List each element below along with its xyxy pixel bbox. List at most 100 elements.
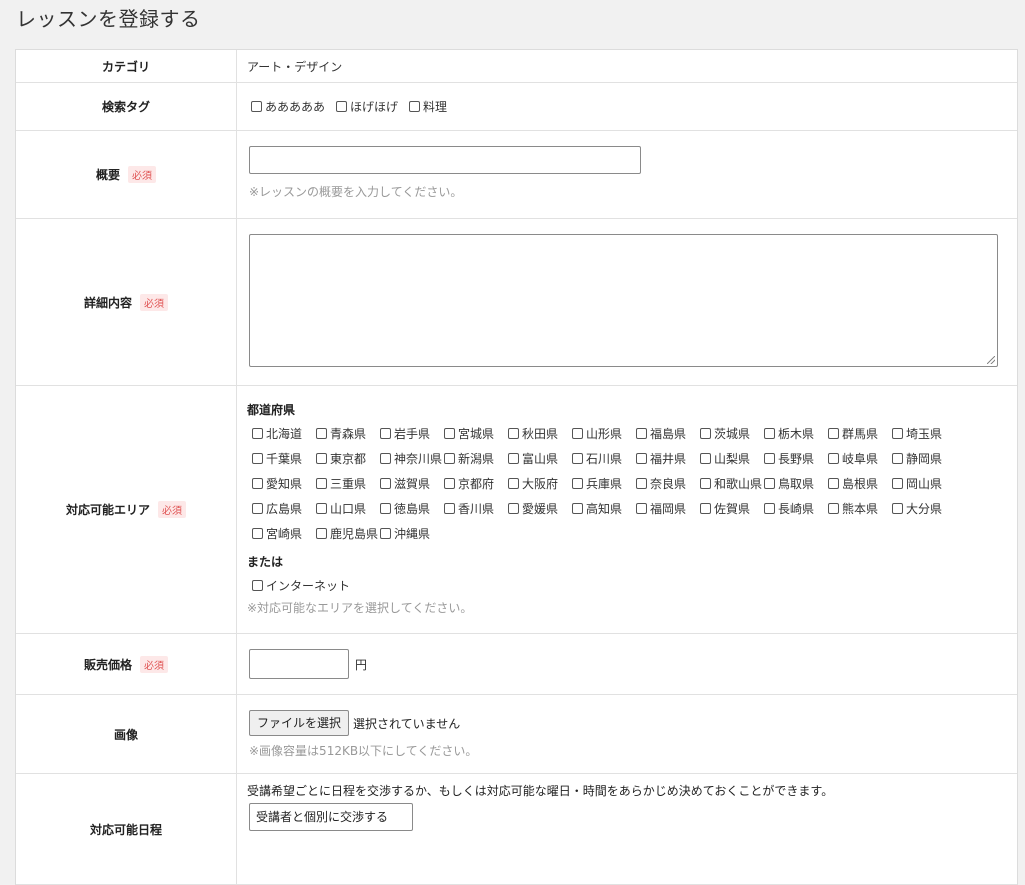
checkbox-box[interactable] — [636, 478, 647, 489]
summary-input[interactable] — [249, 146, 641, 174]
prefecture-checkbox[interactable]: 沖縄県 — [380, 525, 444, 542]
prefecture-checkbox[interactable]: 鳥取県 — [764, 475, 828, 492]
prefecture-checkbox[interactable]: 岐阜県 — [828, 450, 892, 467]
prefecture-checkbox[interactable]: 神奈川県 — [380, 450, 444, 467]
checkbox-box[interactable] — [252, 453, 263, 464]
prefecture-checkbox[interactable]: 香川県 — [444, 500, 508, 517]
checkbox-box[interactable] — [700, 428, 711, 439]
prefecture-checkbox[interactable]: 奈良県 — [636, 475, 700, 492]
prefecture-checkbox[interactable]: 京都府 — [444, 475, 508, 492]
checkbox-box[interactable] — [892, 453, 903, 464]
prefecture-checkbox[interactable]: 静岡県 — [892, 450, 956, 467]
checkbox-box[interactable] — [828, 453, 839, 464]
prefecture-checkbox[interactable]: 熊本県 — [828, 500, 892, 517]
prefecture-checkbox[interactable]: 島根県 — [828, 475, 892, 492]
checkbox-box[interactable] — [380, 478, 391, 489]
checkbox-box[interactable] — [636, 503, 647, 514]
prefecture-checkbox[interactable]: 宮崎県 — [252, 525, 316, 542]
prefecture-checkbox[interactable]: 和歌山県 — [700, 475, 764, 492]
checkbox-box[interactable] — [508, 478, 519, 489]
prefecture-checkbox[interactable]: 福井県 — [636, 450, 700, 467]
checkbox-box[interactable] — [700, 478, 711, 489]
prefecture-checkbox[interactable]: 愛知県 — [252, 475, 316, 492]
prefecture-checkbox[interactable]: 岡山県 — [892, 475, 956, 492]
prefecture-checkbox[interactable]: 高知県 — [572, 500, 636, 517]
prefecture-checkbox[interactable]: 東京都 — [316, 450, 380, 467]
prefecture-checkbox[interactable]: 大阪府 — [508, 475, 572, 492]
checkbox-box[interactable] — [572, 453, 583, 464]
checkbox-box[interactable] — [252, 478, 263, 489]
checkbox-box[interactable] — [764, 478, 775, 489]
prefecture-checkbox[interactable]: 宮城県 — [444, 425, 508, 442]
checkbox-box[interactable] — [764, 503, 775, 514]
checkbox-box[interactable] — [380, 428, 391, 439]
prefecture-checkbox[interactable]: 山梨県 — [700, 450, 764, 467]
prefecture-checkbox[interactable]: 福島県 — [636, 425, 700, 442]
checkbox-box[interactable] — [316, 428, 327, 439]
checkbox-box[interactable] — [252, 503, 263, 514]
prefecture-checkbox[interactable]: 青森県 — [316, 425, 380, 442]
tag-checkbox[interactable]: あああああ — [251, 98, 325, 115]
checkbox-box[interactable] — [828, 428, 839, 439]
tag-checkbox[interactable]: 料理 — [409, 98, 447, 115]
checkbox-box[interactable] — [764, 428, 775, 439]
checkbox-box[interactable] — [892, 478, 903, 489]
checkbox-box[interactable] — [572, 478, 583, 489]
checkbox-box[interactable] — [636, 453, 647, 464]
checkbox-box[interactable] — [828, 503, 839, 514]
checkbox-box[interactable] — [892, 428, 903, 439]
checkbox-box[interactable] — [700, 503, 711, 514]
checkbox-box[interactable] — [380, 528, 391, 539]
prefecture-checkbox[interactable]: 千葉県 — [252, 450, 316, 467]
prefecture-checkbox[interactable]: 兵庫県 — [572, 475, 636, 492]
prefecture-checkbox[interactable]: 栃木県 — [764, 425, 828, 442]
checkbox-box[interactable] — [252, 528, 263, 539]
prefecture-checkbox[interactable]: 秋田県 — [508, 425, 572, 442]
tag-checkbox[interactable]: ほげほげ — [336, 98, 398, 115]
prefecture-checkbox[interactable]: 滋賀県 — [380, 475, 444, 492]
prefecture-checkbox[interactable]: 岩手県 — [380, 425, 444, 442]
prefecture-checkbox[interactable]: 佐賀県 — [700, 500, 764, 517]
checkbox-box[interactable] — [508, 453, 519, 464]
prefecture-checkbox[interactable]: 愛媛県 — [508, 500, 572, 517]
prefecture-checkbox[interactable]: 長崎県 — [764, 500, 828, 517]
prefecture-checkbox[interactable]: 徳島県 — [380, 500, 444, 517]
checkbox-box[interactable] — [444, 503, 455, 514]
resize-handle[interactable] — [987, 356, 995, 364]
price-input[interactable] — [249, 649, 349, 679]
checkbox-box[interactable] — [380, 503, 391, 514]
checkbox-box[interactable] — [700, 453, 711, 464]
checkbox-box[interactable] — [828, 478, 839, 489]
detail-textarea[interactable] — [249, 234, 998, 367]
checkbox-box[interactable] — [316, 528, 327, 539]
prefecture-checkbox[interactable]: 北海道 — [252, 425, 316, 442]
checkbox-box[interactable] — [380, 453, 391, 464]
prefecture-checkbox[interactable]: 山口県 — [316, 500, 380, 517]
checkbox-box[interactable] — [892, 503, 903, 514]
checkbox-box[interactable] — [316, 453, 327, 464]
prefecture-checkbox[interactable]: 富山県 — [508, 450, 572, 467]
checkbox-box[interactable] — [444, 453, 455, 464]
checkbox-box[interactable] — [636, 428, 647, 439]
choose-file-button[interactable]: ファイルを選択 — [249, 710, 350, 736]
checkbox-box[interactable] — [764, 453, 775, 464]
checkbox-box[interactable] — [572, 503, 583, 514]
checkbox-box[interactable] — [508, 503, 519, 514]
prefecture-checkbox[interactable]: 鹿児島県 — [316, 525, 380, 542]
prefecture-checkbox[interactable]: 茨城県 — [700, 425, 764, 442]
internet-checkbox[interactable]: インターネット — [252, 577, 350, 594]
schedule-select[interactable]: 受講者と個別に交渉する — [249, 803, 413, 831]
checkbox-box[interactable] — [572, 428, 583, 439]
prefecture-checkbox[interactable]: 福岡県 — [636, 500, 700, 517]
prefecture-checkbox[interactable]: 群馬県 — [828, 425, 892, 442]
checkbox-box[interactable] — [444, 428, 455, 439]
prefecture-checkbox[interactable]: 大分県 — [892, 500, 956, 517]
prefecture-checkbox[interactable]: 山形県 — [572, 425, 636, 442]
checkbox-box[interactable] — [508, 428, 519, 439]
prefecture-checkbox[interactable]: 埼玉県 — [892, 425, 956, 442]
prefecture-checkbox[interactable]: 長野県 — [764, 450, 828, 467]
checkbox-box[interactable] — [444, 478, 455, 489]
checkbox-box[interactable] — [316, 478, 327, 489]
checkbox-box[interactable] — [252, 428, 263, 439]
prefecture-checkbox[interactable]: 新潟県 — [444, 450, 508, 467]
